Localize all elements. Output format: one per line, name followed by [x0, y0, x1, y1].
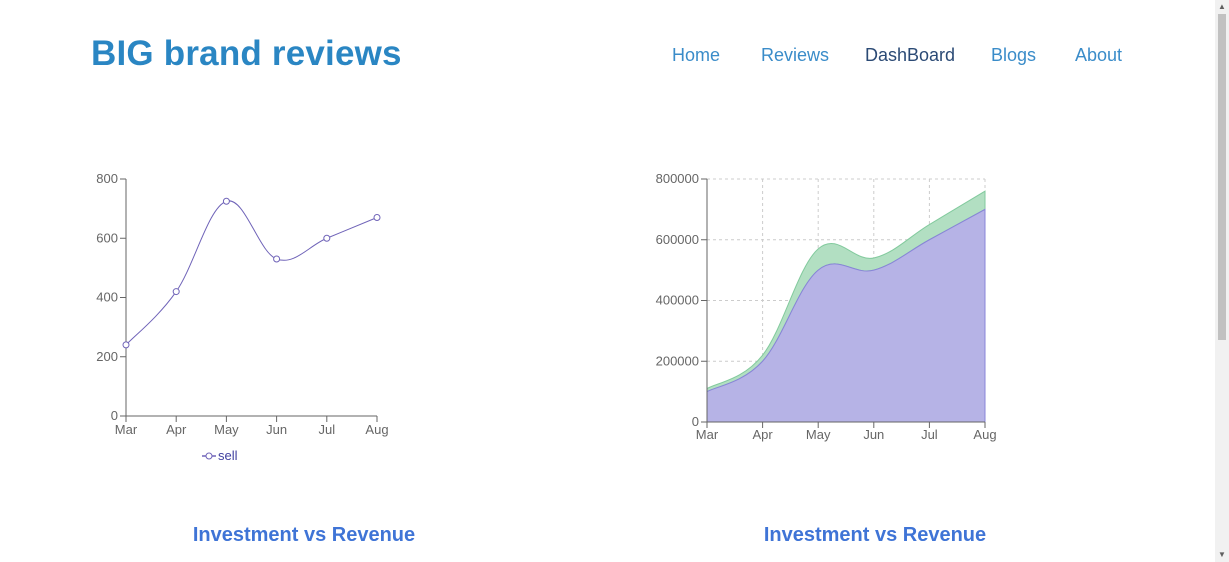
scroll-up-arrow-icon[interactable]: ▲ [1215, 0, 1229, 14]
nav-about[interactable]: About [1075, 45, 1122, 66]
chart-caption-right: Investment vs Revenue [763, 524, 987, 546]
y-tick-label: 600000 [656, 232, 699, 247]
y-tick-label: 800000 [656, 171, 699, 186]
scroll-down-arrow-icon[interactable]: ▼ [1215, 548, 1229, 562]
y-tick-label: 400000 [656, 293, 699, 308]
area-series-lower [706, 208, 986, 423]
vertical-scrollbar[interactable]: ▲ ▼ [1215, 0, 1229, 562]
scrollbar-thumb[interactable] [1218, 14, 1226, 340]
x-tick-label: Apr [752, 427, 773, 442]
y-tick-label: 200000 [656, 353, 699, 368]
x-tick-label: May [806, 427, 831, 442]
chart-caption-left: Investment vs Revenue [192, 524, 416, 546]
x-tick-label: Aug [973, 427, 996, 442]
x-tick-label: Jul [921, 427, 938, 442]
stacked-area-chart: 0200000400000600000800000Mar Apr May Jun Jul… [656, 171, 997, 442]
x-tick-label: Mar [696, 427, 719, 442]
x-tick-label: Jun [863, 427, 884, 442]
